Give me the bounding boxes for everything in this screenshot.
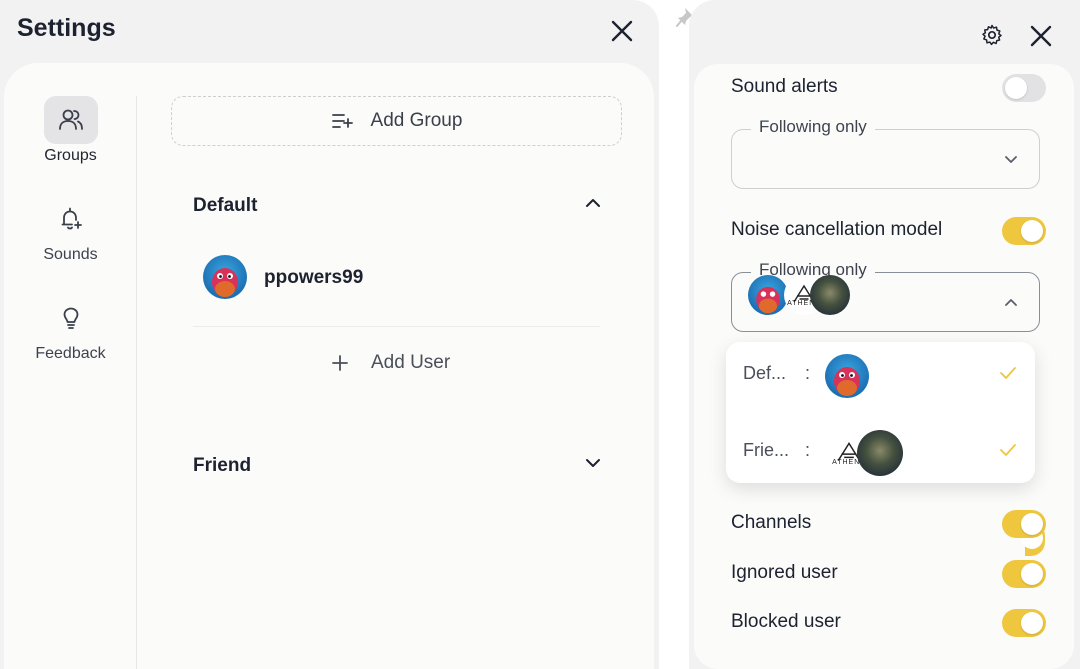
check-icon: [1000, 367, 1016, 379]
setting-channels: Channels: [731, 509, 1051, 539]
user-name: ppowers99: [264, 267, 364, 288]
dropdown-option-default[interactable]: Def... :: [726, 346, 1035, 406]
add-user-label: Add User: [371, 352, 451, 373]
sidebar-item-label: Sounds: [43, 246, 98, 263]
ignored-user-toggle[interactable]: [1002, 560, 1046, 588]
sidebar-item-label: Feedback: [35, 345, 106, 362]
close-icon[interactable]: [606, 15, 638, 47]
setting-label: Sound alerts: [731, 76, 838, 97]
add-group-label: Add Group: [370, 110, 463, 131]
group-header-default[interactable]: Default: [193, 191, 603, 221]
option-separator: :: [805, 440, 811, 460]
divider: [136, 96, 137, 669]
setting-label: Noise cancellation model: [731, 219, 943, 240]
setting-label: Blocked user: [731, 611, 841, 632]
group-dropdown-menu: Def... : Frie... : ATHENA: [726, 342, 1035, 483]
chevron-up-icon: [1005, 299, 1017, 306]
add-user-button[interactable]: Add User: [331, 348, 450, 378]
notification-settings-window: Sound alerts Following only Noise cancel…: [689, 0, 1080, 669]
group-name: Friend: [193, 455, 252, 476]
settings-window: Settings Groups Sounds Feedback Add Grou…: [0, 0, 659, 669]
list-add-icon: [331, 114, 353, 128]
sound-alerts-filter-select[interactable]: Following only: [731, 117, 1040, 189]
chevron-down-icon: [1005, 156, 1017, 163]
chevron-up-icon: [586, 199, 600, 207]
sound-alerts-toggle[interactable]: [1002, 74, 1046, 102]
sidebar-item-groups[interactable]: Groups: [4, 96, 137, 165]
list-item[interactable]: ppowers99: [203, 255, 603, 301]
noise-cancellation-toggle[interactable]: [1002, 217, 1046, 245]
avatar: [748, 275, 788, 315]
sidebar: Groups Sounds Feedback: [4, 63, 137, 669]
add-group-button[interactable]: Add Group: [171, 96, 622, 146]
setting-label: Channels: [731, 512, 812, 533]
lightbulb-icon: [63, 307, 78, 329]
avatar: [203, 255, 247, 299]
avatar: [825, 354, 869, 398]
setting-sound-alerts: Sound alerts: [731, 73, 1051, 103]
setting-noise-cancellation: Noise cancellation model: [731, 216, 1051, 246]
gear-icon[interactable]: [980, 23, 1004, 47]
page-title: Settings: [17, 14, 116, 42]
settings-panel: Groups Sounds Feedback Add Group Default…: [4, 63, 654, 669]
close-icon[interactable]: [1025, 20, 1057, 52]
option-label: Frie...: [743, 440, 790, 460]
group-name: Default: [193, 195, 258, 216]
setting-ignored-user: Ignored user: [731, 559, 1051, 589]
noise-cancellation-filter-select[interactable]: Following only ATHENA: [731, 260, 1040, 332]
users-icon: [58, 109, 83, 130]
check-icon: [1000, 444, 1016, 456]
channels-toggle[interactable]: [1002, 510, 1046, 538]
setting-blocked-user: Blocked user: [731, 608, 1051, 638]
group-header-friend[interactable]: Friend: [193, 451, 603, 481]
sidebar-item-feedback[interactable]: Feedback: [4, 294, 137, 363]
bell-plus-icon: [61, 207, 82, 230]
setting-label: Ignored user: [731, 562, 838, 583]
sidebar-item-sounds[interactable]: Sounds: [4, 195, 137, 264]
blocked-user-toggle[interactable]: [1002, 609, 1046, 637]
divider: [193, 326, 600, 327]
select-legend: Following only: [751, 117, 875, 137]
avatar: [810, 275, 850, 315]
avatar: [857, 430, 903, 476]
sidebar-item-label: Groups: [44, 147, 97, 164]
selected-groups: ATHENA: [748, 265, 868, 315]
plus-icon: [332, 355, 348, 371]
option-label: Def...: [743, 363, 787, 383]
option-separator: :: [805, 363, 811, 383]
chevron-down-icon: [586, 459, 600, 467]
dropdown-option-friend[interactable]: Frie... : ATHENA: [726, 423, 1035, 483]
